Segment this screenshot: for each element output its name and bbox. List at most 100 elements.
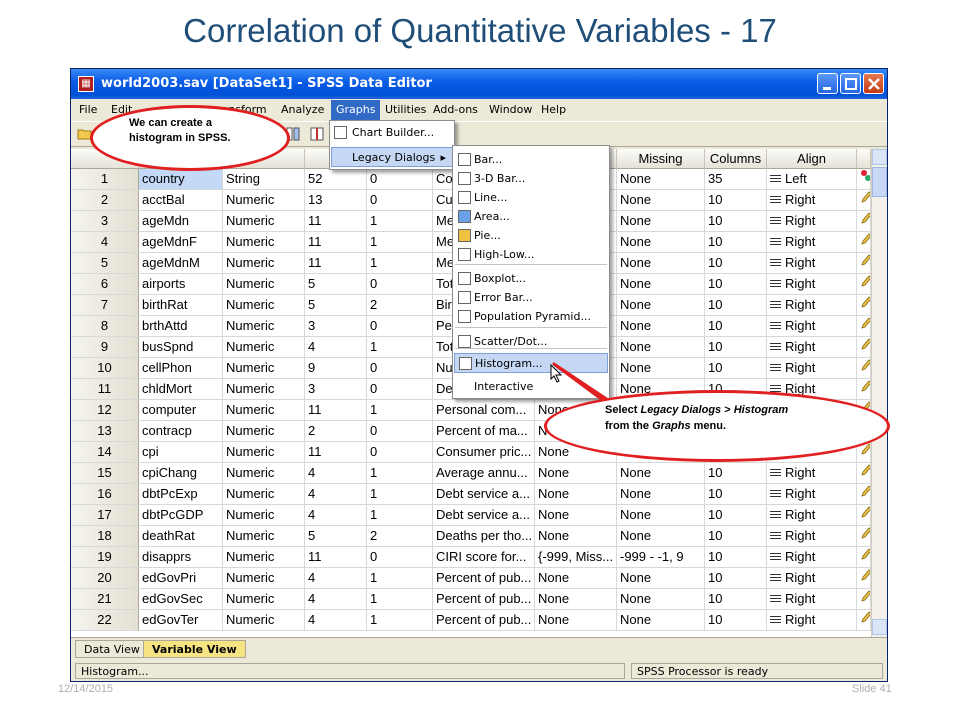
cell-missing[interactable]: None — [617, 316, 705, 337]
cell-type[interactable]: Numeric — [223, 190, 305, 211]
cell-label[interactable]: Percent of ma... — [433, 421, 535, 442]
split-file-icon[interactable] — [309, 126, 325, 142]
cell-name[interactable]: cpi — [139, 442, 223, 463]
menu-window[interactable]: Window — [489, 103, 532, 116]
row-number[interactable]: 8 — [71, 316, 139, 337]
cell-width[interactable]: 52 — [305, 169, 367, 190]
minimize-button[interactable] — [817, 73, 838, 94]
cell-cols[interactable]: 10 — [705, 274, 767, 295]
cell-type[interactable]: Numeric — [223, 379, 305, 400]
cell-cols[interactable]: 10 — [705, 568, 767, 589]
cell-type[interactable]: Numeric — [223, 610, 305, 631]
cell-dec[interactable]: 1 — [367, 463, 433, 484]
cell-type[interactable]: Numeric — [223, 400, 305, 421]
column-header-align[interactable]: Align — [767, 149, 857, 169]
cell-name[interactable]: ageMdnF — [139, 232, 223, 253]
vertical-scrollbar[interactable] — [871, 149, 887, 637]
close-button[interactable] — [863, 73, 884, 94]
cell-dec[interactable]: 1 — [367, 568, 433, 589]
row-number[interactable]: 18 — [71, 526, 139, 547]
row-number[interactable]: 14 — [71, 442, 139, 463]
cell-measure[interactable] — [857, 169, 871, 190]
row-number[interactable]: 22 — [71, 610, 139, 631]
cell-name[interactable]: chldMort — [139, 379, 223, 400]
column-header-missing[interactable]: Missing — [617, 149, 705, 169]
row-number[interactable]: 15 — [71, 463, 139, 484]
cell-values[interactable]: None — [535, 505, 617, 526]
cell-type[interactable]: String — [223, 169, 305, 190]
cell-dec[interactable]: 1 — [367, 589, 433, 610]
cell-type[interactable]: Numeric — [223, 421, 305, 442]
cell-name[interactable]: birthRat — [139, 295, 223, 316]
cell-name[interactable]: contracp — [139, 421, 223, 442]
cell-dec[interactable]: 1 — [367, 337, 433, 358]
cell-missing[interactable]: None — [617, 568, 705, 589]
cell-cols[interactable]: 10 — [705, 211, 767, 232]
row-number[interactable]: 13 — [71, 421, 139, 442]
cell-name[interactable]: cellPhon — [139, 358, 223, 379]
cell-width[interactable]: 4 — [305, 505, 367, 526]
cell-values[interactable]: None — [535, 568, 617, 589]
cell-type[interactable]: Numeric — [223, 526, 305, 547]
cell-dec[interactable]: 0 — [367, 316, 433, 337]
cell-align[interactable]: Left — [767, 169, 857, 190]
cell-label[interactable]: Consumer pric... — [433, 442, 535, 463]
cell-dec[interactable]: 0 — [367, 358, 433, 379]
menu-item-high-low[interactable]: High-Low... — [454, 245, 608, 265]
cell-values[interactable]: {-999, Miss... — [535, 547, 617, 568]
cell-align[interactable]: Right — [767, 484, 857, 505]
cell-missing[interactable]: -999 - -1, 9 — [617, 547, 705, 568]
menu-graphs[interactable]: Graphs — [331, 100, 381, 121]
cell-width[interactable]: 9 — [305, 358, 367, 379]
cell-name[interactable]: edGovPri — [139, 568, 223, 589]
window-titlebar[interactable]: ▦ world2003.sav [DataSet1] - SPSS Data E… — [71, 69, 887, 99]
cell-measure[interactable] — [857, 232, 871, 253]
cell-name[interactable]: deathRat — [139, 526, 223, 547]
cell-dec[interactable]: 1 — [367, 505, 433, 526]
cell-label[interactable]: Personal com... — [433, 400, 535, 421]
menu-item-bar[interactable]: Bar... — [454, 150, 608, 170]
cell-width[interactable]: 11 — [305, 547, 367, 568]
cell-missing[interactable]: None — [617, 253, 705, 274]
cell-label[interactable]: Percent of pub... — [433, 610, 535, 631]
cell-cols[interactable]: 10 — [705, 316, 767, 337]
cell-cols[interactable]: 10 — [705, 190, 767, 211]
cell-missing[interactable]: None — [617, 484, 705, 505]
menu-item-scatter-dot[interactable]: Scatter/Dot... — [454, 332, 608, 352]
cell-dec[interactable]: 0 — [367, 547, 433, 568]
cell-label[interactable]: Debt service a... — [433, 484, 535, 505]
cell-dec[interactable]: 0 — [367, 190, 433, 211]
cell-measure[interactable] — [857, 316, 871, 337]
cell-dec[interactable]: 1 — [367, 211, 433, 232]
cell-measure[interactable] — [857, 295, 871, 316]
cell-measure[interactable] — [857, 379, 871, 400]
cell-label[interactable]: CIRI score for... — [433, 547, 535, 568]
row-number[interactable]: 12 — [71, 400, 139, 421]
cell-type[interactable]: Numeric — [223, 484, 305, 505]
cell-values[interactable]: None — [535, 589, 617, 610]
cell-name[interactable]: ageMdnM — [139, 253, 223, 274]
cell-cols[interactable]: 10 — [705, 589, 767, 610]
menu-file[interactable]: File — [79, 103, 97, 116]
cell-measure[interactable] — [857, 589, 871, 610]
cell-width[interactable]: 2 — [305, 421, 367, 442]
row-number[interactable]: 10 — [71, 358, 139, 379]
row-number[interactable]: 7 — [71, 295, 139, 316]
cell-measure[interactable] — [857, 526, 871, 547]
cell-missing[interactable]: None — [617, 505, 705, 526]
cell-missing[interactable]: None — [617, 337, 705, 358]
cell-align[interactable]: Right — [767, 358, 857, 379]
cell-values[interactable]: None — [535, 484, 617, 505]
cell-missing[interactable]: None — [617, 169, 705, 190]
cell-name[interactable]: edGovTer — [139, 610, 223, 631]
cell-measure[interactable] — [857, 253, 871, 274]
row-number[interactable]: 5 — [71, 253, 139, 274]
cell-dec[interactable]: 1 — [367, 253, 433, 274]
row-number[interactable]: 2 — [71, 190, 139, 211]
cell-align[interactable]: Right — [767, 316, 857, 337]
cell-measure[interactable] — [857, 274, 871, 295]
cell-cols[interactable]: 10 — [705, 253, 767, 274]
cell-values[interactable]: None — [535, 610, 617, 631]
cell-type[interactable]: Numeric — [223, 463, 305, 484]
cell-type[interactable]: Numeric — [223, 568, 305, 589]
